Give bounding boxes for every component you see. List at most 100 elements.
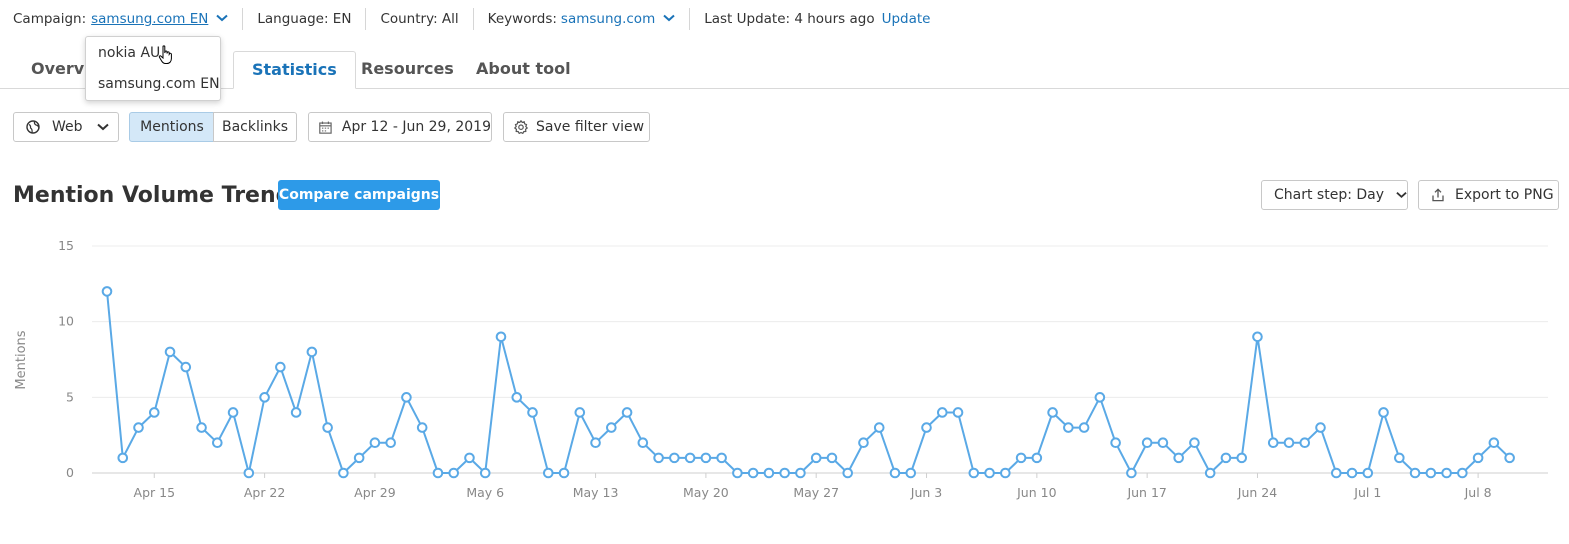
data-point — [842, 467, 854, 479]
x-tick-label: Jun 10 — [1016, 485, 1056, 500]
tab-about-tool[interactable]: About tool — [458, 51, 589, 87]
data-point — [212, 437, 223, 449]
x-tick-label: Jul 1 — [1353, 485, 1381, 500]
data-point — [1015, 452, 1027, 464]
data-point — [275, 361, 286, 373]
x-tick-label: May 20 — [683, 485, 729, 500]
y-tick-label: 0 — [66, 465, 74, 480]
compare-campaigns-button[interactable]: Compare campaigns — [278, 180, 440, 210]
data-point — [117, 452, 129, 464]
data-point — [432, 467, 444, 479]
web-source-dropdown[interactable]: Web — [13, 112, 119, 142]
data-point — [306, 346, 318, 358]
data-point — [416, 422, 428, 433]
data-point — [653, 452, 664, 464]
tab-statistics[interactable]: Statistics — [233, 51, 356, 89]
gear-icon — [514, 120, 528, 134]
data-point — [479, 467, 491, 479]
chevron-down-icon — [1396, 192, 1407, 199]
section-title: Mention Volume Trend — [13, 183, 292, 208]
campaign-value[interactable]: samsung.com EN — [91, 11, 208, 27]
data-point — [1457, 467, 1468, 479]
data-point — [1394, 452, 1405, 464]
data-point — [1000, 467, 1011, 479]
data-point — [385, 437, 396, 449]
y-tick-label: 10 — [58, 314, 74, 329]
data-point — [1220, 452, 1232, 464]
x-tick-label: Apr 22 — [244, 485, 286, 500]
data-point — [1409, 467, 1421, 479]
save-filter-label: Save filter view — [536, 119, 645, 135]
data-point — [1330, 467, 1342, 479]
data-point — [1204, 467, 1216, 479]
data-point — [747, 467, 759, 479]
web-label: Web — [52, 119, 83, 135]
data-point — [448, 467, 460, 479]
dropdown-option-samsung-en[interactable]: samsung.com EN — [98, 76, 220, 92]
data-point — [590, 437, 601, 449]
data-point — [322, 422, 333, 433]
backlinks-toggle[interactable]: Backlinks — [213, 112, 297, 142]
x-tick-label: May 6 — [466, 485, 504, 500]
x-tick-label: May 27 — [793, 485, 839, 500]
x-tick-label: Jun 24 — [1237, 485, 1277, 500]
data-point — [164, 346, 176, 358]
tab-label: Resources — [361, 59, 454, 78]
data-point — [1110, 437, 1121, 449]
data-point — [1236, 452, 1248, 464]
data-point — [1063, 422, 1074, 433]
export-png-button[interactable]: Export to PNG — [1418, 180, 1559, 210]
keywords-selector[interactable]: Keywords: samsung.com — [488, 11, 676, 27]
keywords-value[interactable]: samsung.com — [561, 11, 655, 27]
data-point — [700, 452, 712, 464]
data-point — [905, 467, 917, 479]
chevron-down-icon[interactable] — [216, 14, 229, 22]
tab-resources[interactable]: Resources — [343, 51, 472, 87]
data-point — [243, 467, 255, 479]
x-tick-label: Apr 15 — [134, 485, 176, 500]
data-point — [1504, 452, 1515, 464]
date-range-label: Apr 12 - Jun 29, 2019 — [341, 119, 491, 135]
data-point — [1031, 452, 1043, 464]
campaign-label: Campaign: — [13, 11, 87, 27]
data-point — [180, 361, 192, 373]
divider — [472, 8, 474, 30]
y-axis-title: Mentions — [14, 330, 29, 389]
date-range-picker[interactable]: Apr 12 - Jun 29, 2019 — [308, 112, 492, 142]
tab-label: Overvi — [31, 59, 90, 78]
campaign-dropdown-menu: nokia AU samsung.com EN — [85, 36, 221, 101]
calendar-icon — [319, 121, 332, 134]
data-point — [621, 407, 633, 418]
data-point — [606, 422, 617, 433]
data-point — [1472, 452, 1484, 464]
data-point — [1126, 467, 1137, 479]
data-point — [290, 407, 302, 418]
backlinks-label: Backlinks — [221, 119, 289, 135]
data-point — [984, 467, 995, 479]
data-point — [353, 452, 365, 464]
chevron-down-icon — [96, 123, 109, 131]
update-link[interactable]: Update — [882, 11, 931, 27]
data-point — [227, 407, 239, 418]
data-point — [1094, 392, 1106, 403]
data-point — [558, 467, 570, 479]
data-point — [637, 437, 649, 449]
language-indicator: Language: EN — [257, 11, 352, 27]
globe-icon — [26, 120, 40, 134]
x-tick-label: May 13 — [573, 485, 619, 500]
data-point — [1267, 437, 1279, 449]
data-point — [684, 452, 696, 464]
data-point — [795, 467, 806, 479]
data-point — [716, 452, 727, 464]
chart-step-dropdown[interactable]: Chart step: Day — [1261, 180, 1408, 210]
save-filter-view-button[interactable]: Save filter view — [503, 112, 650, 142]
data-point — [936, 407, 948, 418]
campaign-selector[interactable]: Campaign: samsung.com EN — [13, 11, 229, 27]
chevron-down-icon[interactable] — [663, 14, 675, 22]
data-point — [826, 452, 838, 464]
mentions-toggle[interactable]: Mentions — [129, 112, 215, 142]
dropdown-option-nokia-au[interactable]: nokia AU — [98, 45, 160, 61]
data-point — [1315, 422, 1326, 433]
data-point — [338, 467, 349, 479]
y-tick-label: 15 — [58, 238, 74, 253]
